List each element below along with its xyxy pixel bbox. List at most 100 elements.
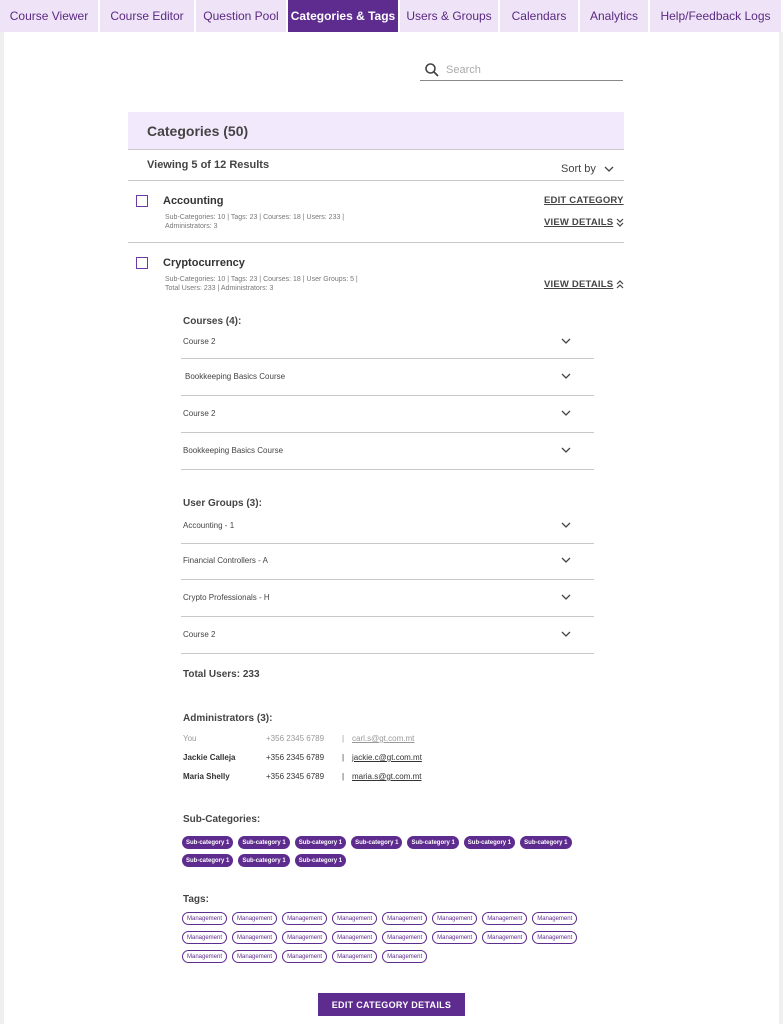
tag-chip[interactable]: Management [432,912,478,925]
tag-chip[interactable]: Management [532,931,578,944]
edit-category-details-button[interactable]: EDIT CATEGORY DETAILS [318,993,465,1016]
chevron-down-icon [561,338,571,344]
sub-category-chip[interactable]: Sub-category 1 [294,836,347,849]
tag-chip[interactable]: Management [282,950,328,963]
tag-chip[interactable]: Management [182,950,228,963]
top-nav: Course Viewer Course Editor Question Pool C… [0,0,783,32]
accordion-row[interactable]: Course 2 [181,396,594,433]
search-input[interactable] [446,64,616,76]
category-name: Cryptocurrency [163,257,245,269]
tag-chip[interactable]: Management [282,931,328,944]
tag-chip[interactable]: Management [182,912,228,925]
sort-dropdown[interactable]: Sort by [561,163,614,175]
nav-tab[interactable]: Categories & Tags [288,0,400,32]
double-chevron-down-icon [616,218,624,227]
divider [128,180,624,181]
accordion-row[interactable]: Accounting - 1 [181,510,594,544]
category-meta: Sub-Categories: 10 | Tags: 23 | Courses:… [165,275,358,293]
sub-category-chip[interactable]: Sub-category 1 [182,854,234,867]
tag-chip[interactable]: Management [532,912,578,925]
tag-chip[interactable]: Management [232,950,278,963]
admin-row: You +356 2345 6789 | carl.s@gt.com.mt [183,734,414,743]
tag-chip[interactable]: Management [432,931,478,944]
category-name: Accounting [163,195,224,207]
category-meta-line: Sub-Categories: 10 | Tags: 23 | Courses:… [165,214,345,221]
category-meta: Sub-Categories: 10 | Tags: 23 | Courses:… [165,213,344,231]
accordion-row[interactable]: Bookkeeping Basics Course [181,433,594,470]
nav-tab[interactable]: Calendars [500,0,580,32]
accordion-label: Crypto Professionals - H [183,592,270,602]
sub-category-chip[interactable]: Sub-category 1 [182,836,234,849]
category-meta-line: Administrators: 3 [165,223,218,230]
chevron-down-icon [604,166,614,172]
sub-category-chip[interactable]: Sub-category 1 [407,836,459,849]
admin-name: You [183,734,197,743]
admin-row: Maria Shelly +356 2345 6789 | maria.s@gt.co… [183,772,421,781]
accordion-label: Course 2 [183,629,216,639]
sub-category-chip[interactable]: Sub-category 1 [238,854,290,867]
select-checkbox-cryptocurrency[interactable] [136,257,148,269]
admin-email-link[interactable]: maria.s@gt.com.mt [352,772,421,781]
tag-chip[interactable]: Management [482,912,528,925]
tag-chip[interactable]: Management [332,931,378,944]
tag-chip[interactable]: Management [382,931,428,944]
nav-tab[interactable]: Course Viewer [0,0,100,32]
chevron-down-icon [561,522,571,528]
page-title: Categories (50) [147,122,249,139]
accordion-row[interactable]: Financial Controllers - A [181,544,594,580]
search-bar[interactable] [420,60,623,81]
chevron-down-icon [561,594,571,600]
tag-chip[interactable]: Management [332,912,378,925]
page-content: Categories (50) Viewing 5 of 12 Results … [4,32,779,1024]
admin-separator: | [342,772,345,781]
tag-chip[interactable]: Management [232,931,278,944]
view-details-label: VIEW DETAILS [544,217,614,228]
accordion-row[interactable]: Crypto Professionals - H [181,580,594,617]
admin-email-link[interactable]: jackie.c@gt.com.mt [352,753,422,762]
admin-separator: | [342,753,345,762]
sub-category-chip[interactable]: Sub-category 1 [294,854,347,867]
category-meta-line: Sub-Categories: 10 | Tags: 23 | Courses:… [165,276,358,283]
accordion-label: Bookkeeping Basics Course [183,445,284,455]
edit-category-link[interactable]: EDIT CATEGORY [544,195,624,206]
tag-chip[interactable]: Management [182,931,228,944]
sub-category-chip[interactable]: Sub-category 1 [463,836,516,849]
double-chevron-up-icon [616,280,624,289]
nav-tab[interactable]: Users & Groups [400,0,500,32]
nav-tab[interactable]: Question Pool [196,0,288,32]
accordion-row[interactable]: Course 2 [181,617,594,654]
sub-categories-heading: Sub-Categories: [183,814,261,825]
tag-chip[interactable]: Management [382,950,428,963]
tag-chip[interactable]: Management [482,931,528,944]
accordion-label: Financial Controllers - A [183,556,268,565]
accordion-row[interactable]: Course 2 [181,326,594,359]
tag-chip[interactable]: Management [232,912,278,925]
accordion-row[interactable]: Bookkeeping Basics Course [181,359,594,396]
admin-name: Maria Shelly [183,772,230,781]
tag-chip[interactable]: Management [382,912,428,925]
view-details-link[interactable]: VIEW DETAILS [544,279,624,290]
admin-phone: +356 2345 6789 [266,734,325,743]
sub-category-chip[interactable]: Sub-category 1 [238,836,290,849]
administrators-heading: Administrators (3): [183,713,273,724]
sub-category-chip[interactable]: Sub-category 1 [520,836,572,849]
admin-row: Jackie Calleja +356 2345 6789 | jackie.c@gt… [183,753,422,762]
tag-chip[interactable]: Management [332,950,378,963]
categories-header: Categories (50) [128,112,624,150]
view-details-label: VIEW DETAILS [544,279,614,290]
select-checkbox-accounting[interactable] [136,195,148,207]
admin-phone: +356 2345 6789 [266,753,325,762]
nav-tab[interactable]: Help/Feedback Logs [650,0,783,32]
tag-chip[interactable]: Management [282,912,328,925]
results-count: Viewing 5 of 12 Results [147,159,270,171]
nav-tab[interactable]: Analytics [580,0,650,32]
view-details-link[interactable]: VIEW DETAILS [544,217,624,228]
chevron-down-icon [561,373,571,379]
accordion-label: Course 2 [183,408,216,418]
sub-category-chip[interactable]: Sub-category 1 [351,836,403,849]
search-icon [425,63,439,77]
admin-separator: | [342,734,345,743]
nav-tab[interactable]: Course Editor [100,0,196,32]
accordion-label: Bookkeeping Basics Course [185,371,286,381]
admin-email-link[interactable]: carl.s@gt.com.mt [352,734,414,743]
